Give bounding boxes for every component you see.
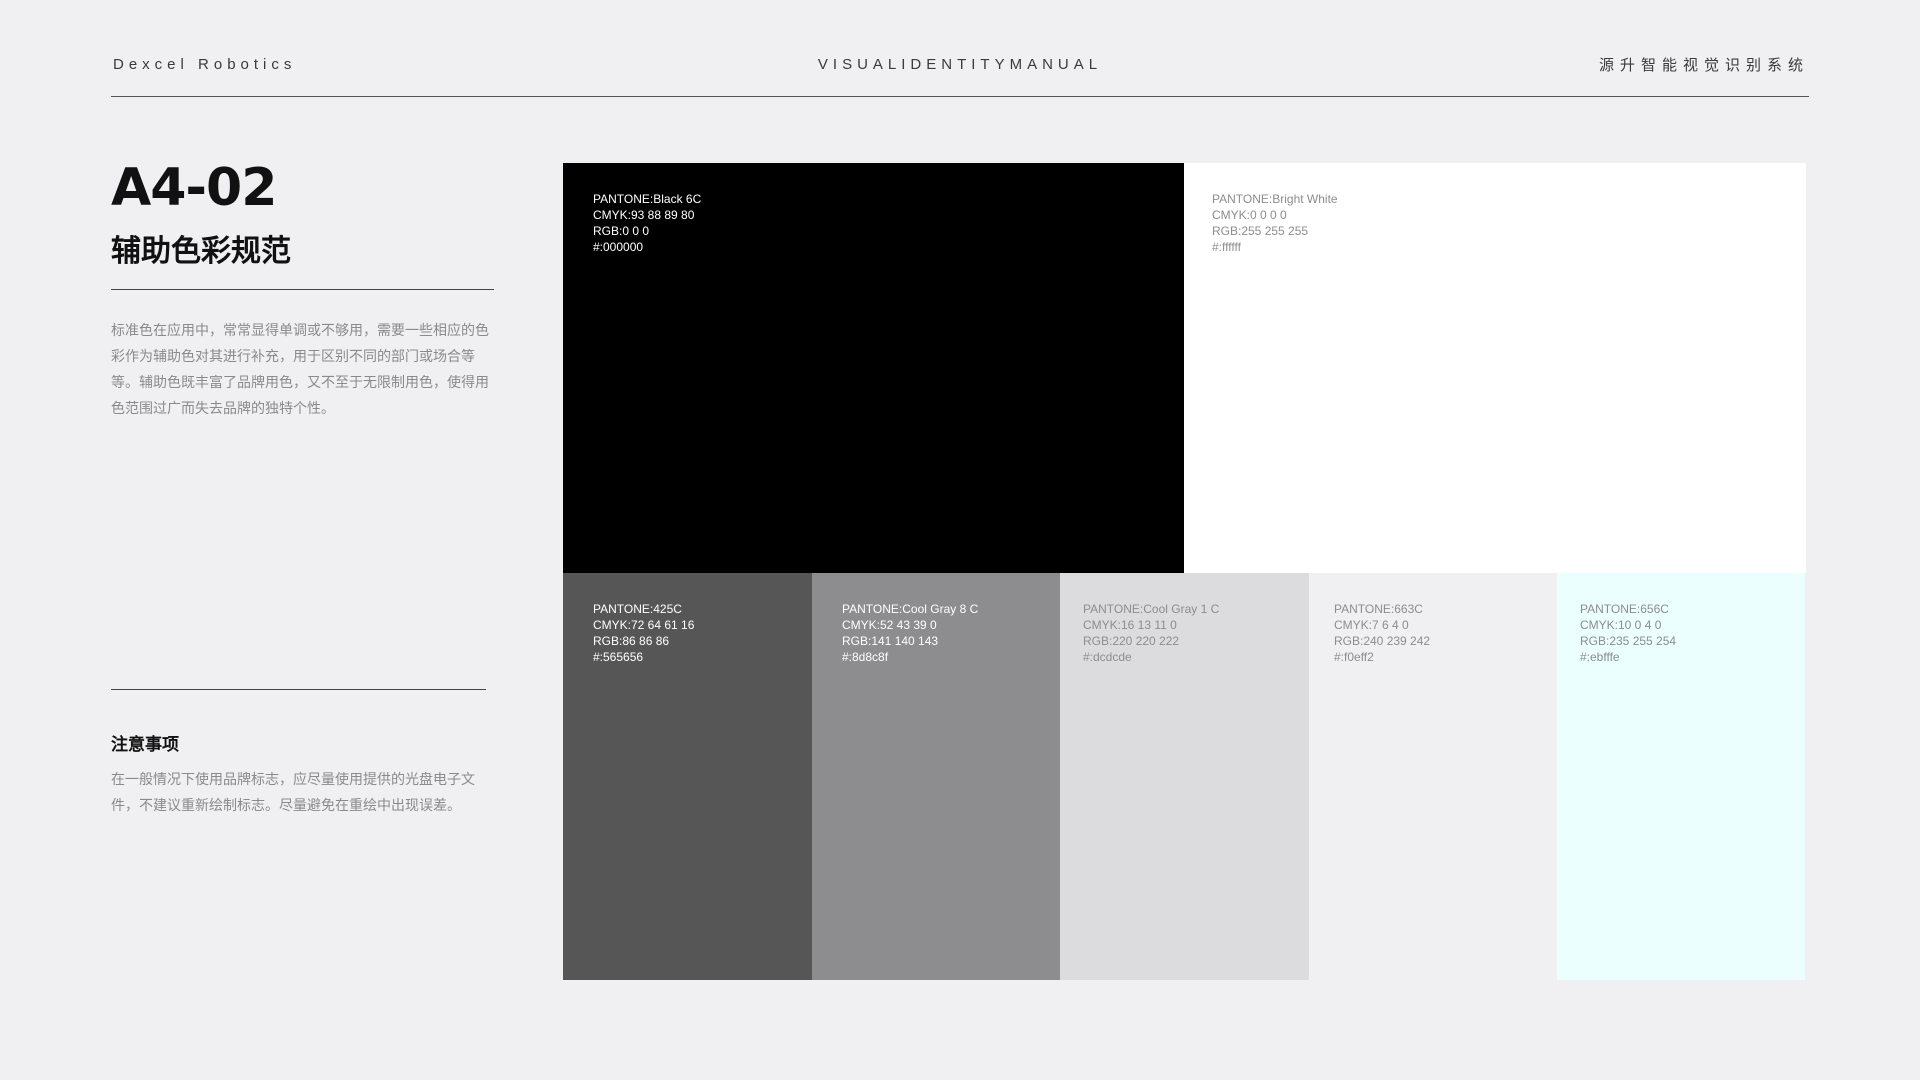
swatch-cmyk: CMYK:52 43 39 0 [842,618,937,632]
swatch-cmyk: CMYK:10 0 4 0 [1580,618,1662,632]
swatch-hex: #:565656 [593,650,644,664]
swatch-cmyk: CMYK:72 64 61 16 [593,618,695,632]
swatch-black-6c: PANTONE:Black 6C CMYK:93 88 89 80 RGB:0 … [563,163,1184,573]
swatch-pantone: PANTONE:Black 6C [593,192,702,206]
swatch-cmyk: CMYK:16 13 11 0 [1083,618,1177,632]
header-divider [111,96,1809,97]
manual-title: VISUALIDENTITYMANUAL [817,56,1103,73]
system-title-cn: 源升智能视觉识别系统 [1598,56,1809,74]
swatch-pantone: PANTONE:Cool Gray 8 C [842,602,979,616]
swatch-rgb: RGB:220 220 222 [1083,634,1180,648]
swatch-pantone: PANTONE:425C [593,602,682,616]
swatch-cmyk: CMYK:7 6 4 0 [1334,618,1409,632]
notes-title: 注意事项 [111,735,179,755]
swatch-656c: PANTONE:656C CMYK:10 0 4 0 RGB:235 255 2… [1557,573,1805,980]
section-code: A4-02 [111,158,277,218]
swatch-cmyk: CMYK:93 88 89 80 [593,208,695,222]
swatch-hex: #:ebfffe [1580,650,1620,664]
swatch-hex: #:8d8c8f [842,650,889,664]
swatch-425c: PANTONE:425C CMYK:72 64 61 16 RGB:86 86 … [563,573,812,980]
swatch-hex: #:000000 [593,240,644,254]
swatch-cmyk: CMYK:0 0 0 0 [1212,208,1287,222]
swatch-rgb: RGB:0 0 0 [593,224,650,238]
swatch-cool-gray-8c: PANTONE:Cool Gray 8 C CMYK:52 43 39 0 RG… [812,573,1060,980]
swatch-663c: PANTONE:663C CMYK:7 6 4 0 RGB:240 239 24… [1309,573,1557,980]
swatch-pantone: PANTONE:Cool Gray 1 C [1083,602,1220,616]
title-divider [111,289,494,290]
swatch-cool-gray-1c: PANTONE:Cool Gray 1 C CMYK:16 13 11 0 RG… [1060,573,1309,980]
swatch-rgb: RGB:240 239 242 [1334,634,1431,648]
swatch-rgb: RGB:235 255 254 [1580,634,1677,648]
swatch-hex: #:f0eff2 [1334,650,1374,664]
section-description: 标准色在应用中，常常显得单调或不够用，需要一些相应的色彩作为辅助色对其进行补充，… [111,323,489,417]
swatch-hex: #:ffffff [1212,240,1241,254]
swatch-bright-white: PANTONE:Bright White CMYK:0 0 0 0 RGB:25… [1184,163,1806,573]
swatch-rgb: RGB:141 140 143 [842,634,939,648]
notes-divider [111,689,486,690]
swatch-pantone: PANTONE:663C [1334,602,1423,616]
swatch-rgb: RGB:86 86 86 [593,634,670,648]
swatch-pantone: PANTONE:Bright White [1212,192,1338,206]
swatch-hex: #:dcdcde [1083,650,1132,664]
page-header: Dexcel Robotics VISUALIDENTITYMANUAL 源升智… [111,52,1809,74]
swatch-rgb: RGB:255 255 255 [1212,224,1309,238]
section-title: 辅助色彩规范 [111,234,291,269]
swatch-pantone: PANTONE:656C [1580,602,1669,616]
notes-body: 在一般情况下使用品牌标志，应尽量使用提供的光盘电子文件，不建议重新绘制标志。尽量… [111,772,475,814]
